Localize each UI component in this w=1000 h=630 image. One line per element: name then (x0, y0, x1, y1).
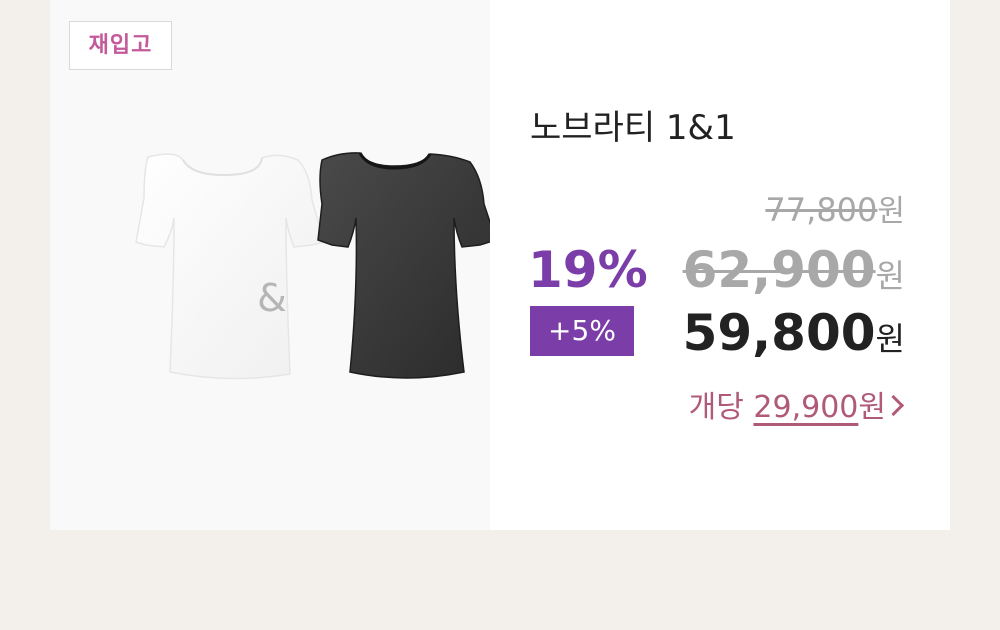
final-price-value: 59,800 (682, 304, 876, 362)
bundle-separator: & (257, 276, 287, 320)
product-card[interactable]: 재입고 & 노브라티 1&1 19% +5% 77,800원 62,900원 5… (50, 0, 950, 530)
sale-price-unit: 원 (875, 257, 905, 295)
discount-rate: 19% (528, 241, 648, 299)
product-info-panel: 노브라티 1&1 19% +5% 77,800원 62,900원 59,800원… (490, 0, 950, 530)
black-tshirt-image (317, 152, 490, 379)
product-name[interactable]: 노브라티 1&1 (530, 106, 736, 150)
chevron-right-icon[interactable] (882, 394, 905, 417)
white-tshirt-image (135, 153, 325, 380)
original-price-unit: 원 (877, 194, 905, 229)
original-price-value: 77,800 (765, 191, 878, 229)
per-item-price-link[interactable]: 개당 29,900원 (689, 386, 905, 430)
product-image-panel[interactable]: 재입고 & (50, 0, 490, 530)
per-item-price-value: 29,900 (753, 390, 859, 425)
extra-discount-badge: +5% (530, 306, 634, 356)
original-price: 77,800원 (765, 190, 905, 232)
per-item-prefix: 개당 (688, 390, 744, 425)
sale-price-value: 62,900 (682, 241, 876, 299)
per-item-price-unit: 원 (858, 390, 886, 425)
product-image (135, 152, 490, 380)
final-price: 59,800원 (683, 302, 905, 376)
final-price-unit: 원 (875, 320, 905, 358)
